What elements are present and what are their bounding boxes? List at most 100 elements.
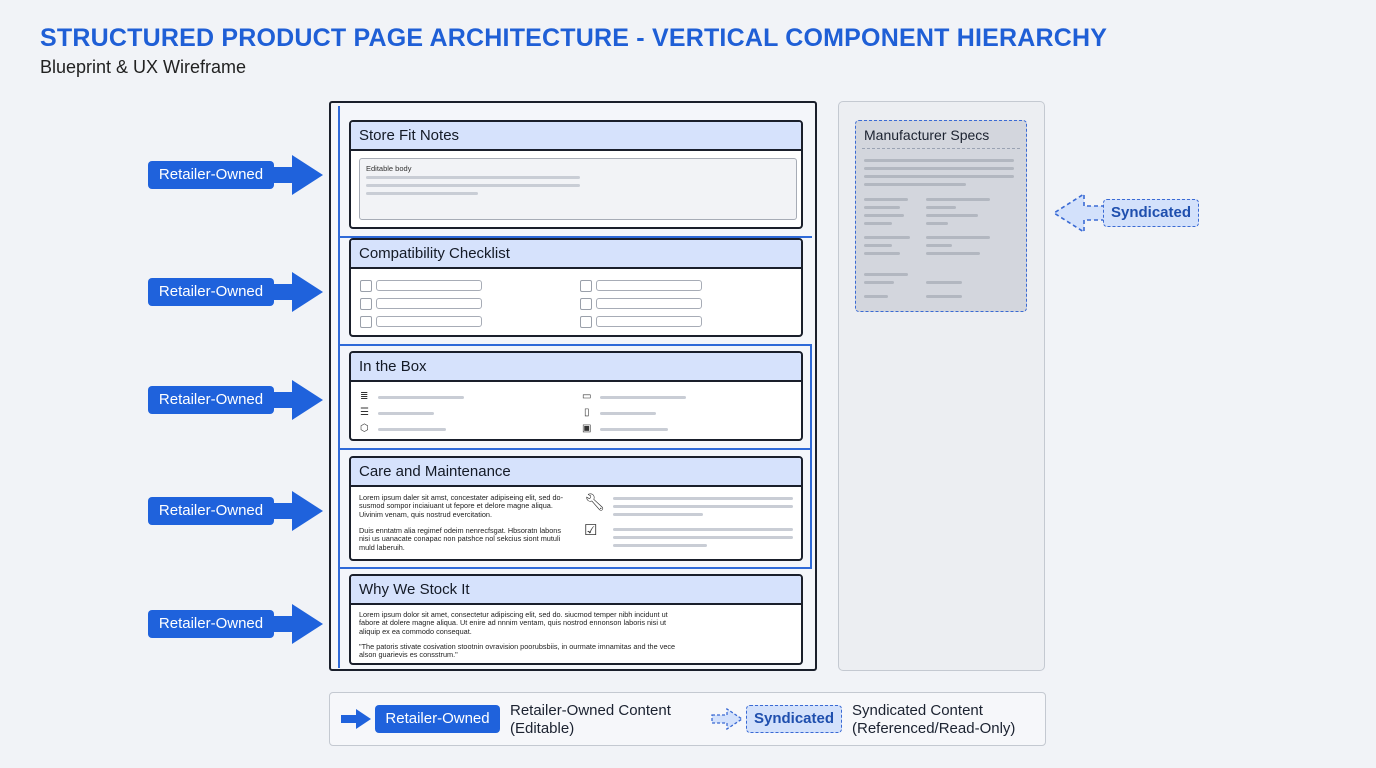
specs-title: Manufacturer Specs — [864, 127, 990, 143]
spec-key — [864, 206, 900, 209]
section-store-fit-notes: Store Fit Notes Editable body — [349, 120, 803, 229]
text-line — [378, 396, 464, 399]
legend-retailer-desc-line2: (Editable) — [510, 720, 575, 737]
spec-value — [926, 252, 980, 255]
text-line — [613, 505, 793, 508]
text-line — [378, 412, 434, 415]
retailer-owned-label: Retailer-Owned — [148, 161, 274, 189]
retailer-owned-label: Retailer-Owned — [148, 497, 274, 525]
spec-value — [926, 236, 990, 239]
checkbox[interactable] — [360, 316, 372, 328]
text-line — [600, 396, 686, 399]
text-line — [600, 428, 668, 431]
text-line — [613, 513, 703, 516]
checkbox[interactable] — [360, 298, 372, 310]
checkbox[interactable] — [580, 280, 592, 292]
spec-key — [864, 198, 908, 201]
checklist-item — [596, 298, 702, 309]
manufacturer-specs-card: Manufacturer Specs — [855, 120, 1027, 312]
section-title: Store Fit Notes — [351, 122, 801, 151]
text-line — [613, 528, 793, 531]
legend-retailer-owned-badge: Retailer-Owned — [375, 705, 500, 733]
spec-key — [864, 295, 888, 298]
spec-key — [864, 236, 910, 239]
checklist-item — [376, 280, 482, 291]
retailer-owned-label: Retailer-Owned — [148, 278, 274, 306]
spec-value — [926, 222, 948, 225]
hierarchy-connector — [340, 567, 812, 569]
specs-divider — [862, 148, 1020, 149]
spec-key — [864, 273, 908, 276]
text-line — [366, 192, 478, 195]
box-icon: ⬡ — [360, 423, 369, 434]
editable-body-box[interactable]: Editable body — [359, 158, 797, 220]
checklist-icon: ☑ — [584, 522, 598, 539]
folder-icon: ▭ — [582, 391, 592, 402]
page-title: STRUCTURED PRODUCT PAGE ARCHITECTURE - V… — [40, 24, 1108, 52]
paragraph: Lorem ipsum dolor sit amet, consectetur … — [359, 610, 668, 636]
text-line — [366, 184, 580, 187]
spec-line — [864, 183, 966, 186]
text-line — [600, 412, 656, 415]
hierarchy-line — [338, 106, 340, 668]
spec-key — [864, 281, 894, 284]
paragraph: Lorem ipsum daler sit amst, concestater … — [359, 493, 564, 519]
image-icon: ▣ — [582, 423, 592, 434]
text-line — [366, 176, 580, 179]
legend-syndicated-badge: Syndicated — [746, 705, 842, 733]
editable-body-label: Editable body — [366, 164, 412, 173]
checklist-item — [596, 280, 702, 291]
arrow-right-icon — [272, 491, 323, 531]
section-care-and-maintenance: Care and Maintenance Lorem ipsum daler s… — [349, 456, 803, 561]
checklist-item — [596, 316, 702, 327]
text-line — [613, 497, 793, 500]
section-why-we-stock-it: Why We Stock It Lorem ipsum dolor sit am… — [349, 574, 803, 665]
hierarchy-side-line — [810, 344, 812, 568]
wrench-icon: 🔧︎ — [584, 493, 606, 512]
text-line — [613, 536, 793, 539]
list-icon: ≣ — [360, 391, 369, 402]
legend-syndicated-desc-line1: Syndicated Content — [852, 702, 983, 719]
section-title: Compatibility Checklist — [351, 240, 801, 269]
hierarchy-connector — [340, 448, 812, 450]
quote: "The patoris stivate cosivation stootnin… — [359, 642, 676, 660]
spec-value — [926, 244, 952, 247]
spec-line — [864, 175, 1014, 178]
checkbox[interactable] — [580, 316, 592, 328]
legend-retailer-desc-line1: Retailer-Owned Content — [510, 702, 671, 719]
checkbox[interactable] — [580, 298, 592, 310]
section-title: In the Box — [351, 353, 801, 382]
spec-value — [926, 295, 962, 298]
checklist-item — [376, 316, 482, 327]
spec-key — [864, 244, 892, 247]
hierarchy-connector — [340, 344, 812, 346]
arrow-right-icon — [272, 380, 323, 420]
legend: Retailer-Owned Retailer-Owned Content (E… — [329, 692, 1046, 746]
spec-line — [864, 167, 1014, 170]
page-subtitle: Blueprint & UX Wireframe — [40, 57, 247, 77]
spec-key — [864, 252, 900, 255]
spec-key — [864, 222, 892, 225]
spec-value — [926, 214, 978, 217]
legend-arrow-right-icon — [341, 709, 371, 729]
checkbox[interactable] — [360, 280, 372, 292]
retailer-owned-label: Retailer-Owned — [148, 386, 274, 414]
syndicated-label: Syndicated — [1103, 199, 1199, 227]
section-in-the-box: In the Box ≣ ☰ ⬡ ▭ ▯ ▣ — [349, 351, 803, 441]
spec-value — [926, 206, 956, 209]
text-line — [378, 428, 446, 431]
spec-key — [864, 214, 904, 217]
retailer-owned-label: Retailer-Owned — [148, 610, 274, 638]
section-title: Why We Stock It — [351, 576, 801, 605]
dashed-arrow-left-icon — [1052, 192, 1106, 234]
section-title: Care and Maintenance — [351, 458, 801, 487]
arrow-right-icon — [272, 155, 323, 195]
arrow-right-icon — [272, 604, 323, 644]
checklist-item — [376, 298, 482, 309]
bulleted-list-icon: ☰ — [360, 407, 369, 418]
spec-line — [864, 159, 1014, 162]
battery-icon: ▯ — [584, 407, 590, 418]
legend-dashed-arrow-icon — [711, 708, 743, 730]
spec-value — [926, 281, 962, 284]
text-line — [613, 544, 707, 547]
